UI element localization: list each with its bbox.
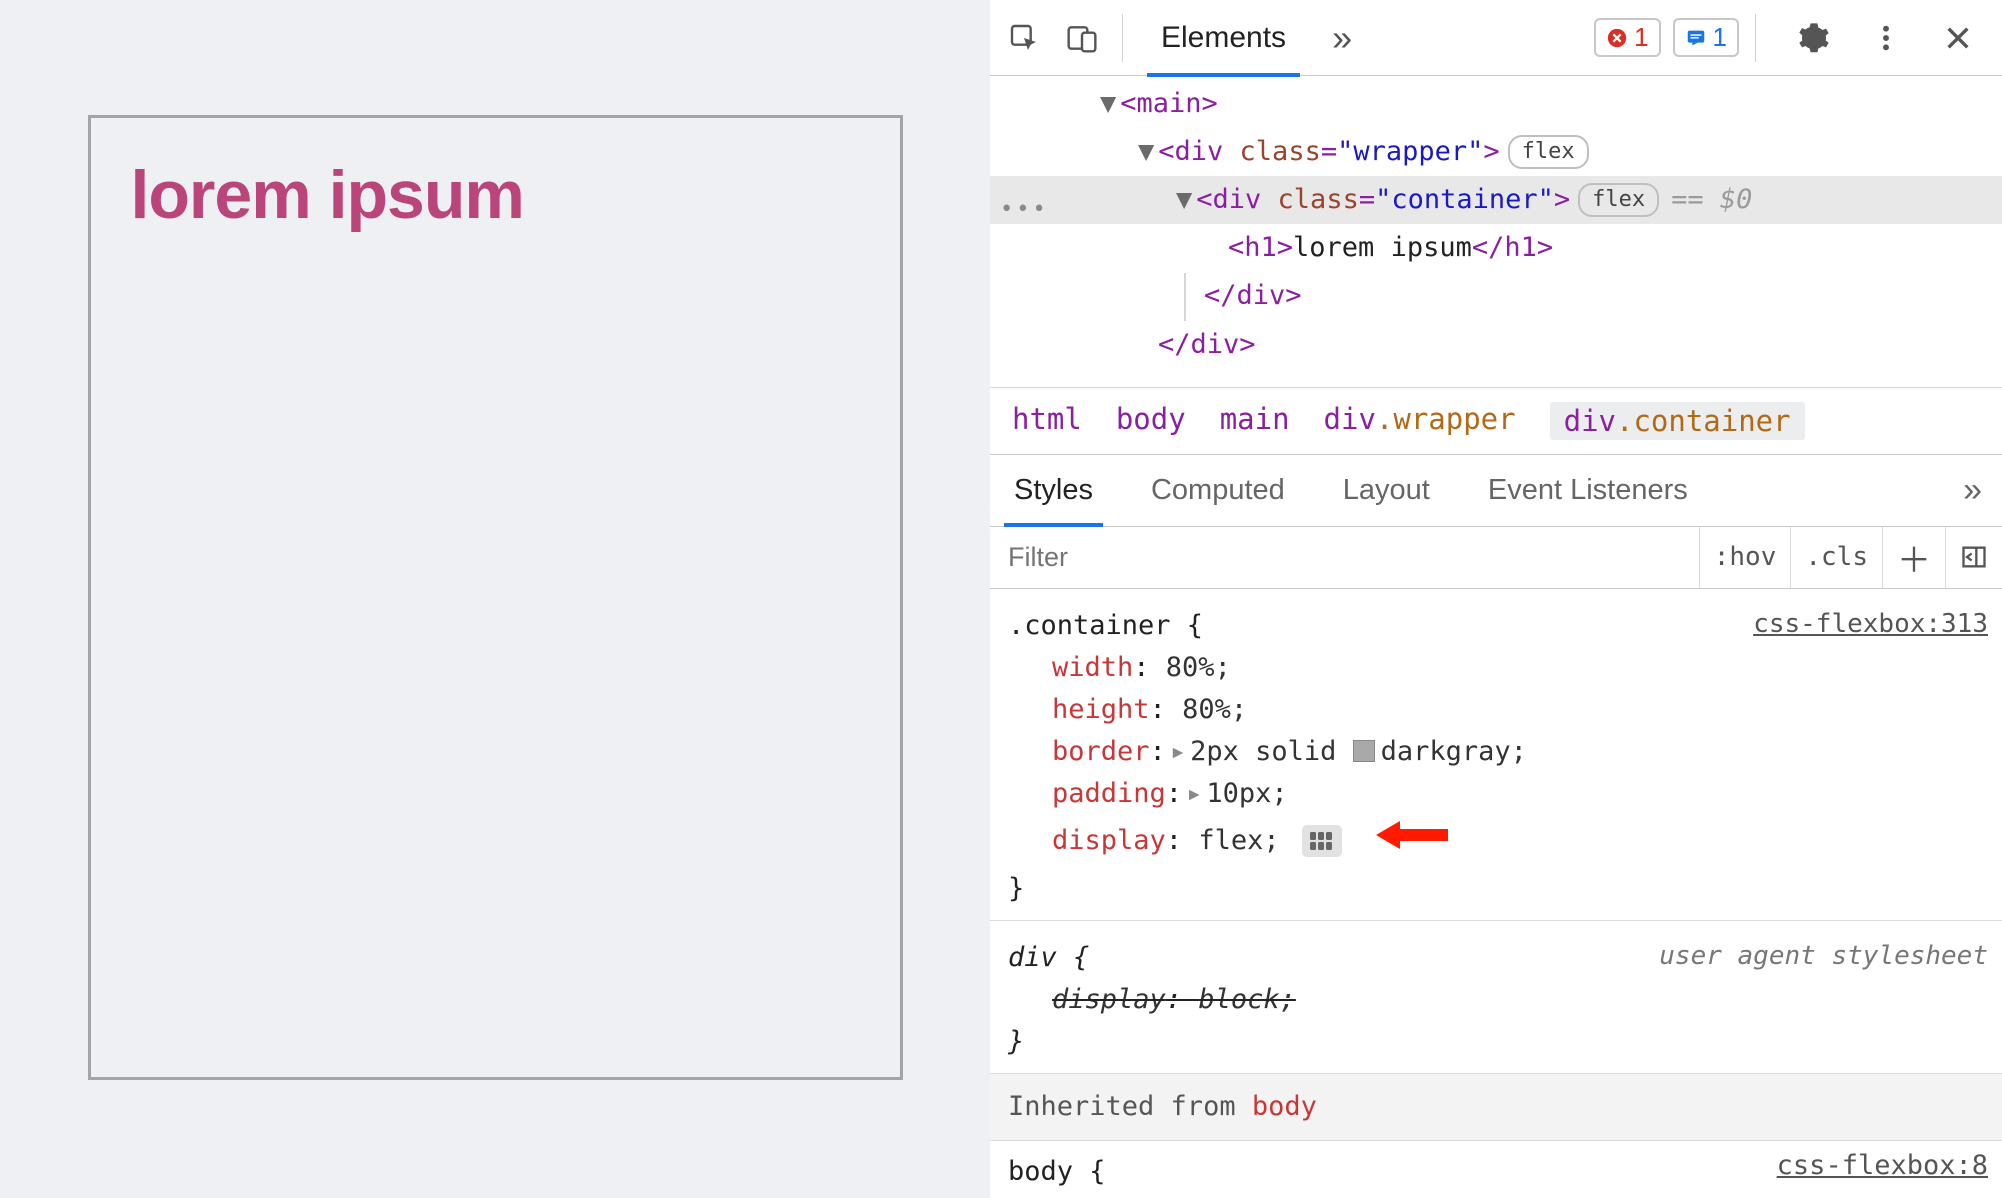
- css-prop-padding[interactable]: padding:▸10px;: [1008, 773, 1984, 815]
- subtab-layout[interactable]: Layout: [1333, 454, 1440, 526]
- css-prop-border[interactable]: border:▸2px solid darkgray;: [1008, 731, 1984, 773]
- sidebar-toggle-icon[interactable]: [1945, 527, 2002, 588]
- subtab-event-listeners[interactable]: Event Listeners: [1478, 454, 1698, 526]
- console-ref: == $0: [1671, 184, 1752, 215]
- rendered-container: lorem ipsum: [88, 115, 903, 1080]
- rule-div-ua[interactable]: user agent stylesheet div { display: blo…: [990, 921, 2002, 1074]
- crumb-main[interactable]: main: [1220, 402, 1290, 440]
- rule-close-brace: }: [1008, 1021, 1984, 1063]
- css-prop-display[interactable]: display: flex;: [1008, 815, 1984, 868]
- flex-pill[interactable]: flex: [1578, 183, 1659, 217]
- flex-editor-icon[interactable]: [1302, 825, 1342, 857]
- rule-source-link[interactable]: css-flexbox:8: [1777, 1145, 1988, 1187]
- device-toggle-icon[interactable]: [1058, 14, 1106, 62]
- new-rule-icon[interactable]: ＋: [1882, 527, 1945, 588]
- tabs-overflow-icon[interactable]: »: [1318, 17, 1366, 59]
- tree-node-close-div[interactable]: </div>: [990, 321, 2002, 369]
- rule-body-partial[interactable]: css-flexbox:8 body {: [990, 1141, 2002, 1193]
- close-icon[interactable]: [1934, 14, 1982, 62]
- crumb-container[interactable]: div.container: [1550, 402, 1805, 440]
- tree-node-main[interactable]: ▼<main>: [990, 80, 2002, 128]
- toolbar-badges: 1 1: [1594, 18, 1739, 57]
- subtabs-overflow-icon[interactable]: »: [1963, 471, 1982, 510]
- crumb-body[interactable]: body: [1116, 402, 1186, 440]
- styles-filter-input[interactable]: [990, 527, 1699, 588]
- cls-toggle[interactable]: .cls: [1790, 527, 1882, 588]
- devtools-panel: Elements » 1 1: [990, 0, 2002, 1198]
- settings-icon[interactable]: [1790, 14, 1838, 62]
- css-prop-display-overridden[interactable]: display: block;: [1008, 979, 1984, 1021]
- rule-close-brace: }: [1008, 868, 1984, 910]
- page-heading: lorem ipsum: [131, 156, 860, 234]
- breadcrumbs: html body main div.wrapper div.container: [990, 388, 2002, 455]
- toolbar-separator: [1122, 14, 1123, 62]
- kebab-menu-icon[interactable]: [1862, 14, 1910, 62]
- message-badge[interactable]: 1: [1673, 18, 1739, 57]
- subtab-styles[interactable]: Styles: [1004, 454, 1103, 526]
- row-actions-icon[interactable]: •••: [1000, 186, 1049, 234]
- css-prop-height[interactable]: height: 80%;: [1008, 689, 1984, 731]
- inspect-icon[interactable]: [1000, 14, 1048, 62]
- tab-elements[interactable]: Elements: [1139, 0, 1308, 76]
- crumb-html[interactable]: html: [1012, 402, 1082, 440]
- rule-source-ua: user agent stylesheet: [1659, 935, 1988, 977]
- error-count: 1: [1634, 22, 1648, 53]
- color-swatch-icon[interactable]: [1353, 740, 1375, 762]
- crumb-wrapper[interactable]: div.wrapper: [1324, 402, 1516, 440]
- flex-pill[interactable]: flex: [1508, 135, 1589, 169]
- tree-node-close-div[interactable]: </div>: [990, 272, 2002, 321]
- dom-tree[interactable]: ▼<main> ▼<div class="wrapper">flex •••▼<…: [990, 76, 2002, 388]
- styles-subtabs: Styles Computed Layout Event Listeners »: [990, 455, 2002, 527]
- styles-rules: css-flexbox:313 .container { width: 80%;…: [990, 589, 2002, 1198]
- rule-source-link[interactable]: css-flexbox:313: [1753, 603, 1988, 645]
- rendered-page: lorem ipsum: [0, 0, 990, 1198]
- inherited-from-header: Inherited from body: [990, 1074, 2002, 1141]
- hov-toggle[interactable]: :hov: [1699, 527, 1791, 588]
- css-prop-width[interactable]: width: 80%;: [1008, 647, 1984, 689]
- subtab-computed[interactable]: Computed: [1141, 454, 1295, 526]
- tree-node-h1[interactable]: <h1>lorem ipsum</h1>: [990, 224, 2002, 272]
- message-count: 1: [1713, 22, 1727, 53]
- toolbar-separator: [1755, 14, 1756, 62]
- annotation-arrow-icon: [1376, 815, 1448, 868]
- tree-node-wrapper[interactable]: ▼<div class="wrapper">flex: [990, 128, 2002, 176]
- styles-filter-bar: :hov .cls ＋: [990, 527, 2002, 589]
- error-badge[interactable]: 1: [1594, 18, 1660, 57]
- tree-node-container[interactable]: •••▼<div class="container">flex== $0: [990, 176, 2002, 224]
- devtools-toolbar: Elements » 1 1: [990, 0, 2002, 76]
- rule-container[interactable]: css-flexbox:313 .container { width: 80%;…: [990, 589, 2002, 921]
